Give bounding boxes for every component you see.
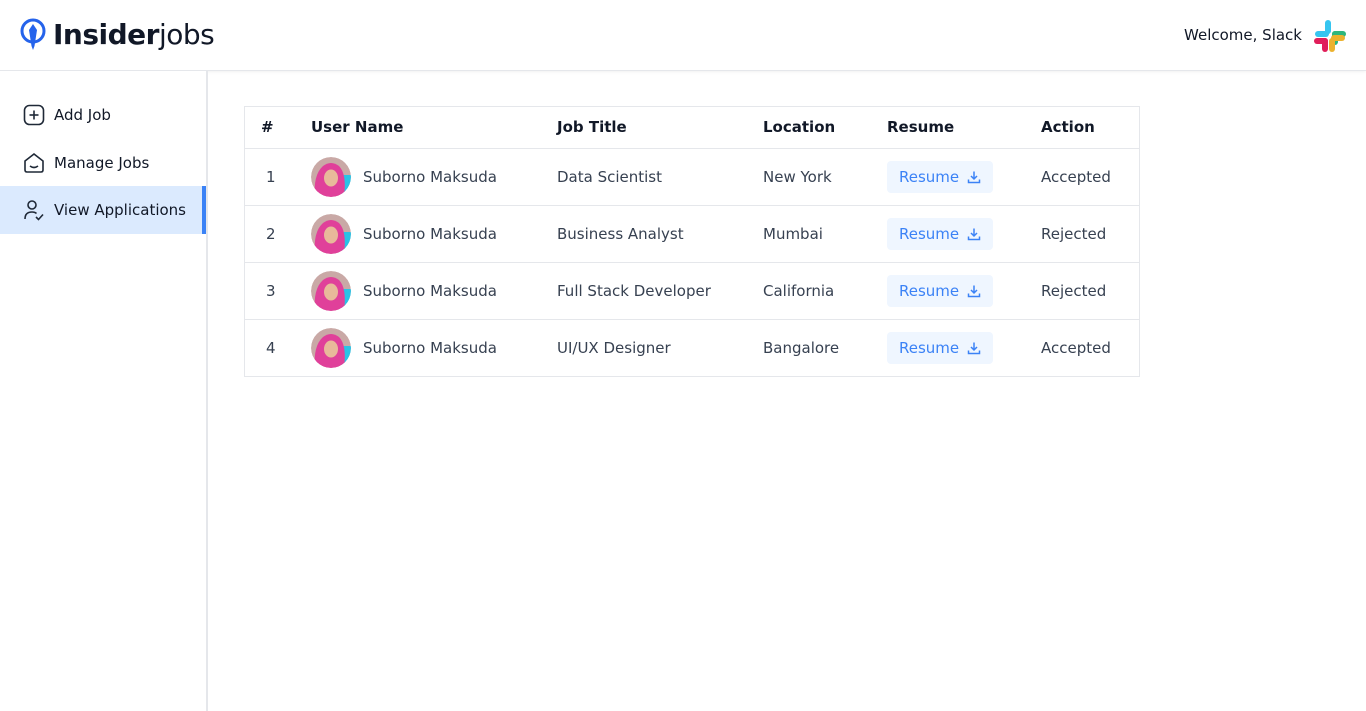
sidebar-item-add-job[interactable]: Add Job: [0, 91, 206, 139]
welcome-text: Welcome, Slack: [1184, 26, 1302, 44]
application-status: Accepted: [1041, 148, 1139, 206]
column-header-job-title: Job Title: [557, 107, 763, 149]
resume-download-button[interactable]: Resume: [887, 331, 994, 364]
resume-download-button[interactable]: Resume: [887, 217, 994, 250]
application-status: Rejected: [1041, 205, 1139, 263]
column-header-index: #: [245, 107, 295, 149]
column-header-user-name: User Name: [295, 107, 557, 149]
job-title: Data Scientist: [557, 148, 763, 206]
row-index: 4: [266, 338, 276, 357]
sidebar-item-view-applications[interactable]: View Applications: [0, 186, 206, 234]
job-title: Business Analyst: [557, 205, 763, 263]
logo-text-strong: Insider: [53, 18, 159, 51]
resume-label: Resume: [899, 338, 960, 357]
row-index: 2: [245, 205, 295, 263]
download-icon: [967, 228, 981, 240]
resume-cell: Resume: [887, 148, 1041, 206]
table-row: 4 Suborno Maksuda UI/UX Designer Bangalo…: [245, 319, 1139, 376]
resume-cell: Resume: [887, 262, 1041, 320]
column-header-action: Action: [1041, 107, 1139, 149]
download-icon: [967, 342, 981, 354]
avatar: [311, 270, 351, 311]
logo-icon: [20, 18, 46, 50]
sidebar-item-label: Manage Jobs: [54, 154, 150, 172]
application-status: Rejected: [1041, 262, 1139, 320]
table-header-row: # User Name Job Title Location Resume Ac…: [245, 107, 1139, 149]
top-navbar: Insiderjobs Welcome, Slack: [0, 0, 1366, 71]
sidebar: Add Job Manage Jobs View Applications: [0, 71, 208, 711]
applications-table: # User Name Job Title Location Resume Ac…: [244, 106, 1140, 377]
sidebar-item-label: Add Job: [54, 106, 111, 124]
row-index: 3: [245, 262, 295, 320]
row-index: 1: [245, 148, 295, 206]
resume-download-button[interactable]: Resume: [887, 274, 994, 307]
logo-text-light: jobs: [158, 18, 215, 51]
user-name: Suborno Maksuda: [363, 224, 497, 243]
table-row: 2 Suborno Maksuda Business Analyst Mumba…: [245, 205, 1139, 263]
download-icon: [967, 285, 981, 297]
location: Mumbai: [763, 205, 887, 263]
column-header-location: Location: [763, 107, 887, 149]
location: New York: [763, 148, 887, 206]
table-row: 3 Suborno Maksuda Full Stack Developer C…: [245, 262, 1139, 320]
resume-download-button[interactable]: Resume: [887, 160, 994, 193]
application-status: Accepted: [1041, 338, 1111, 357]
column-header-resume: Resume: [887, 107, 1041, 149]
download-icon: [967, 171, 981, 183]
logo-text: Insiderjobs: [53, 18, 215, 52]
user-cell: Suborno Maksuda: [295, 148, 557, 206]
resume-cell: Resume: [887, 205, 1041, 263]
avatar: [311, 156, 351, 197]
logo[interactable]: Insiderjobs: [19, 18, 215, 52]
slack-logo-icon[interactable]: [1313, 19, 1347, 53]
user-cell: Suborno Maksuda: [295, 205, 557, 263]
location: Bangalore: [763, 338, 840, 357]
sidebar-item-manage-jobs[interactable]: Manage Jobs: [0, 139, 206, 187]
resume-label: Resume: [899, 167, 960, 186]
user-name: Suborno Maksuda: [363, 281, 497, 300]
avatar: [311, 327, 351, 368]
resume-label: Resume: [899, 224, 960, 243]
plus-square-icon: [23, 104, 45, 126]
table-row: 1 Suborno Maksuda Data Scientist New Yor…: [245, 148, 1139, 206]
user-name: Suborno Maksuda: [363, 167, 497, 186]
user-name: Suborno Maksuda: [363, 338, 497, 357]
sidebar-item-label: View Applications: [54, 201, 186, 219]
avatar: [311, 213, 351, 254]
resume-label: Resume: [899, 281, 960, 300]
person-check-icon: [24, 200, 44, 221]
home-icon: [24, 152, 44, 173]
user-cell: Suborno Maksuda: [295, 262, 557, 320]
job-title: Full Stack Developer: [557, 262, 763, 320]
location: California: [763, 262, 887, 320]
job-title: UI/UX Designer: [557, 338, 671, 357]
resume-cell: Resume: [887, 319, 1041, 376]
user-cell: Suborno Maksuda: [295, 319, 557, 376]
